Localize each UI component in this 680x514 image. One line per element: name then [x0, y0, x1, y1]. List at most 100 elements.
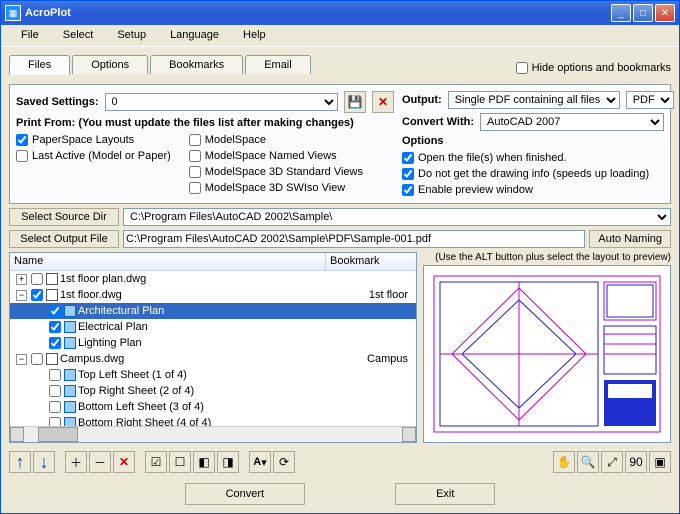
- tree-row-checkbox[interactable]: [31, 353, 43, 365]
- tree-row[interactable]: Bottom Left Sheet (3 of 4): [10, 399, 416, 415]
- tree-row-checkbox[interactable]: [49, 369, 61, 381]
- tree-row-label: Bottom Left Sheet (3 of 4): [78, 401, 204, 413]
- expander-icon[interactable]: +: [16, 274, 27, 285]
- drawing-preview: [432, 274, 662, 434]
- delete-settings-button[interactable]: ✕: [372, 91, 394, 113]
- close-button[interactable]: ✕: [655, 4, 675, 22]
- saved-settings-label: Saved Settings:: [16, 96, 99, 108]
- scroll-left-arrow[interactable]: [10, 427, 24, 442]
- print-from-checkbox[interactable]: [189, 182, 201, 194]
- menu-language[interactable]: Language: [158, 25, 231, 46]
- print-from-checkbox[interactable]: [189, 166, 201, 178]
- tree-row[interactable]: Top Right Sheet (2 of 4): [10, 383, 416, 399]
- tree-row-checkbox[interactable]: [31, 289, 43, 301]
- tree-row-checkbox[interactable]: [49, 401, 61, 413]
- remove-files-button[interactable]: －: [89, 451, 111, 473]
- tree-header-bookmark[interactable]: Bookmark: [326, 253, 416, 270]
- delete-files-button[interactable]: ✕: [113, 451, 135, 473]
- tree-row[interactable]: −Campus.dwgCampus: [10, 351, 416, 367]
- print-from-checkbox[interactable]: [16, 150, 28, 162]
- menubar: File Select Setup Language Help: [1, 25, 679, 47]
- pan-button[interactable]: ✋: [553, 451, 575, 473]
- app-icon: ▦: [5, 5, 21, 21]
- output-file-field[interactable]: [123, 230, 585, 248]
- titlebar: ▦ AcroPlot _ □ ✕: [1, 1, 679, 25]
- tree-row-checkbox[interactable]: [49, 385, 61, 397]
- save-settings-button[interactable]: 💾: [344, 91, 366, 113]
- tree-header-name[interactable]: Name: [10, 253, 326, 270]
- tab-bookmarks[interactable]: Bookmarks: [150, 55, 243, 74]
- uncheck-all-button[interactable]: ☐: [169, 451, 191, 473]
- option-checkbox[interactable]: [402, 168, 414, 180]
- tab-files[interactable]: Files: [9, 55, 70, 75]
- option-checkbox[interactable]: [402, 184, 414, 196]
- tree-row[interactable]: −1st floor.dwg1st floor: [10, 287, 416, 303]
- tree-row-checkbox[interactable]: [49, 305, 61, 317]
- menu-select[interactable]: Select: [51, 25, 106, 46]
- tree-row[interactable]: Bottom Right Sheet (4 of 4): [10, 415, 416, 426]
- print-from-label: ModelSpace 3D Standard Views: [205, 166, 363, 178]
- layout-icon: [64, 337, 76, 349]
- source-dir-field[interactable]: C:\Program Files\AutoCAD 2002\Sample\: [123, 208, 671, 226]
- print-from-label: ModelSpace Named Views: [205, 150, 337, 162]
- option-label: Enable preview window: [418, 184, 533, 196]
- zoom-extents-button[interactable]: ⤢: [601, 451, 623, 473]
- tab-options[interactable]: Options: [72, 55, 148, 74]
- expander-icon[interactable]: −: [16, 354, 27, 365]
- move-down-button[interactable]: ↓: [33, 451, 55, 473]
- tree-row-checkbox[interactable]: [31, 273, 43, 285]
- rotate-button[interactable]: 90: [625, 451, 647, 473]
- menu-setup[interactable]: Setup: [105, 25, 158, 46]
- auto-naming-button[interactable]: Auto Naming: [589, 230, 671, 248]
- maximize-button[interactable]: □: [633, 4, 653, 22]
- select-source-dir-button[interactable]: Select Source Dir: [9, 208, 119, 226]
- tree-row[interactable]: +1st floor plan.dwg: [10, 271, 416, 287]
- print-from-checkbox[interactable]: [189, 134, 201, 146]
- tree-row[interactable]: Lighting Plan: [10, 335, 416, 351]
- preview-window-button[interactable]: ▣: [649, 451, 671, 473]
- minimize-button[interactable]: _: [611, 4, 631, 22]
- move-up-button[interactable]: ↑: [9, 451, 31, 473]
- check-all-button[interactable]: ☑: [145, 451, 167, 473]
- tree-row-label: 1st floor plan.dwg: [60, 273, 146, 285]
- scroll-thumb[interactable]: [38, 427, 78, 442]
- layout-icon: [64, 417, 76, 426]
- output-format-select[interactable]: PDF: [626, 91, 674, 109]
- menu-help[interactable]: Help: [231, 25, 278, 46]
- check-selected-button[interactable]: ◧: [193, 451, 215, 473]
- convert-with-select[interactable]: AutoCAD 2007: [480, 113, 664, 131]
- tab-email[interactable]: Email: [245, 55, 311, 74]
- layout-icon: [64, 369, 76, 381]
- tree-row-checkbox[interactable]: [49, 337, 61, 349]
- print-from-checkbox[interactable]: [189, 150, 201, 162]
- expander-icon[interactable]: −: [16, 290, 27, 301]
- print-from-heading: Print From: (You must update the files l…: [16, 117, 394, 129]
- refresh-list-button[interactable]: ⟳: [273, 451, 295, 473]
- menu-file[interactable]: File: [9, 25, 51, 46]
- print-from-label: ModelSpace: [205, 134, 266, 146]
- tree-row-bookmark: Campus: [367, 353, 414, 365]
- uncheck-selected-button[interactable]: ◨: [217, 451, 239, 473]
- preview-area: [423, 265, 671, 443]
- output-type-select[interactable]: Single PDF containing all files: [448, 91, 620, 109]
- zoom-window-button[interactable]: 🔍: [577, 451, 599, 473]
- scroll-right-arrow[interactable]: [402, 427, 416, 442]
- top-panels: Saved Settings: 0 💾 ✕ Print From: (You m…: [9, 84, 671, 204]
- add-files-button[interactable]: ＋: [65, 451, 87, 473]
- tree-row[interactable]: Electrical Plan: [10, 319, 416, 335]
- tree-row-checkbox[interactable]: [49, 417, 61, 426]
- option-checkbox[interactable]: [402, 152, 414, 164]
- layout-icon: [64, 385, 76, 397]
- tree-row[interactable]: Architectural Plan: [10, 303, 416, 319]
- print-from-checkbox[interactable]: [16, 134, 28, 146]
- font-button[interactable]: A▾: [249, 451, 271, 473]
- convert-button[interactable]: Convert: [185, 483, 306, 505]
- hide-options-checkbox[interactable]: [516, 62, 528, 74]
- tree-row[interactable]: Top Left Sheet (1 of 4): [10, 367, 416, 383]
- saved-settings-select[interactable]: 0: [105, 93, 338, 111]
- tree-row-checkbox[interactable]: [49, 321, 61, 333]
- horizontal-scrollbar[interactable]: [10, 426, 416, 442]
- select-output-file-button[interactable]: Select Output File: [9, 230, 119, 248]
- tree-row-label: Lighting Plan: [78, 337, 142, 349]
- exit-button[interactable]: Exit: [395, 483, 495, 505]
